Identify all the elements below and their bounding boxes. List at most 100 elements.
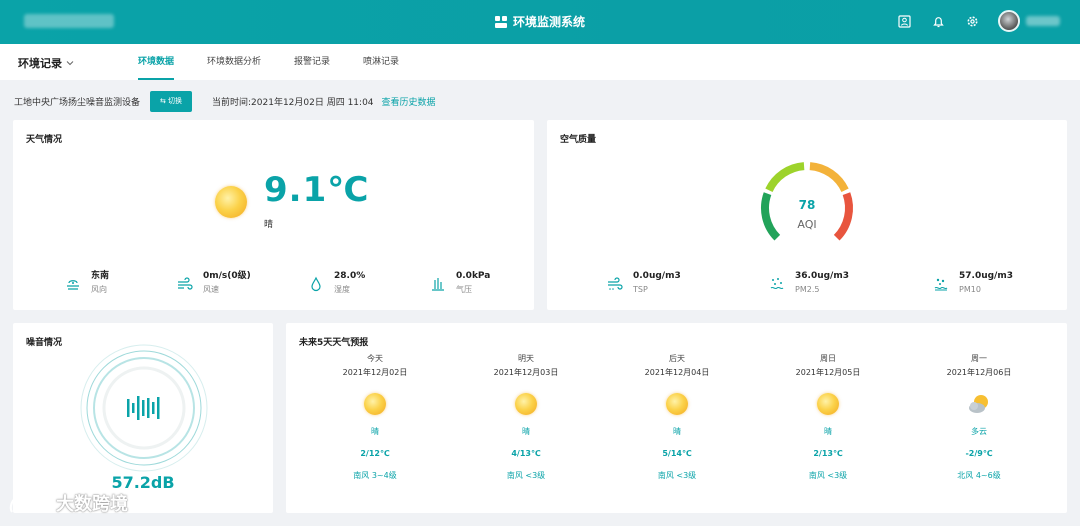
contact-card-icon[interactable] (896, 13, 912, 29)
humidity-metric: 28.0% 湿度 (308, 270, 365, 296)
user-name[interactable] (1026, 16, 1060, 26)
weather-card: 天气情况 9.1℃ 晴 东南风向 0m/s(0级) 风速 28.0% 湿度 0.0k… (13, 120, 534, 310)
system-title-text: 环境监测系统 (512, 15, 585, 29)
pressure-icon (432, 278, 444, 291)
nav-bar: 环境记录 环境数据 环境数据分析 报警记录 喷淋记录 (0, 44, 1080, 80)
forecast-temp: 5/14℃ (662, 449, 692, 458)
forecast-day-label: 明天 (518, 354, 534, 363)
forecast-day-label: 后天 (669, 354, 685, 363)
forecast-weather: 晴 (824, 427, 832, 436)
sunny-icon (364, 393, 386, 415)
tsp-value: 0.0ug/m3 (633, 271, 681, 281)
pm10-label: PM10 (959, 285, 981, 294)
weather-condition: 晴 (264, 220, 274, 230)
header-actions (896, 10, 1060, 32)
current-time: 当前时间:2021年12月02日 周四 11:04 (212, 97, 374, 108)
forecast-day-label: 今天 (367, 354, 383, 363)
sunny-icon (817, 393, 839, 415)
pressure-value: 0.0kPa (456, 271, 491, 281)
pm25-value: 36.0ug/m3 (795, 271, 849, 281)
gear-icon[interactable] (964, 13, 980, 29)
forecast-temp: 2/12℃ (360, 449, 390, 458)
forecast-wind: 南风 <3级 (506, 471, 546, 480)
device-info-bar: 工地中央广场扬尘噪音监测设备 ⇆ 切换 当前时间:2021年12月02日 周四 … (14, 90, 436, 112)
wind-speed-label: 风速 (203, 285, 219, 294)
aqi-gauge-segment-unhealthy (809, 162, 849, 193)
bell-icon[interactable] (930, 13, 946, 29)
forecast-day: 明天 2021年12月03日 晴 4/13℃ 南风 <3级 (466, 353, 586, 489)
noise-card: 噪音情况 57.2dB (13, 323, 273, 513)
pm10-metric: 57.0ug/m3 PM10 (933, 270, 1013, 296)
weather-card-title: 天气情况 (26, 135, 63, 145)
pm10-icon (934, 278, 948, 291)
cloudy-icon (969, 395, 988, 413)
forecast-temp: -2/9℃ (965, 449, 993, 458)
forecast-date: 2021年12月02日 (342, 368, 408, 377)
forecast-wind: 南风 3~4级 (353, 471, 397, 480)
sunny-icon (666, 393, 688, 415)
watermark-logo-icon (9, 492, 51, 513)
forecast-card-title: 未来5天天气预报 (299, 338, 369, 348)
pm25-metric: 36.0ug/m3 PM2.5 (769, 270, 849, 296)
history-data-link[interactable]: 查看历史数据 (382, 95, 436, 108)
tab-environment-analysis[interactable]: 环境数据分析 (207, 44, 261, 80)
forecast-day-label: 周日 (820, 354, 836, 363)
forecast-wind: 南风 <3级 (657, 471, 697, 480)
sunny-icon (215, 186, 247, 218)
forecast-weather: 晴 (371, 427, 379, 436)
aqi-gauge-segment-moderate (765, 162, 805, 193)
wind-speed-value: 0m/s(0级) (203, 271, 251, 281)
switch-device-button[interactable]: ⇆ 切换 (150, 90, 193, 112)
forecast-weather: 晴 (673, 427, 681, 436)
wind-speed-metric: 0m/s(0级) 风速 (177, 270, 251, 296)
noise-card-title: 噪音情况 (26, 338, 63, 348)
air-quality-card: 空气质量 78 AQI 0.0ug/m3 TSP 36.0ug/m3 PM2.5 5… (547, 120, 1067, 310)
humidity-value: 28.0% (334, 271, 366, 281)
forecast-day: 周一 2021年12月06日 多云 -2/9℃ 北风 4~6级 (919, 353, 1039, 489)
watermark: 大数跨境 (8, 490, 128, 516)
wind-direction-icon (67, 280, 79, 290)
tab-environment-data[interactable]: 环境数据 (138, 44, 175, 80)
noise-meter (80, 344, 208, 472)
tab-spray-records[interactable]: 喷淋记录 (363, 44, 399, 80)
forecast-date: 2021年12月04日 (644, 368, 710, 377)
tsp-icon (608, 277, 623, 290)
forecast-temp: 4/13℃ (511, 449, 541, 458)
pm25-label: PM2.5 (795, 285, 820, 294)
forecast-weather: 多云 (971, 427, 987, 436)
pressure-metric: 0.0kPa 气压 (430, 270, 490, 296)
forecast-wind: 南风 <3级 (808, 471, 848, 480)
forecast-wind: 北风 4~6级 (957, 471, 1001, 480)
sunny-icon (515, 393, 537, 415)
system-logo-icon (494, 15, 507, 28)
air-quality-title: 空气质量 (560, 135, 597, 145)
forecast-date: 2021年12月05日 (795, 368, 861, 377)
tab-bar: 环境数据 环境数据分析 报警记录 喷淋记录 (138, 44, 432, 80)
humidity-label: 湿度 (334, 285, 350, 294)
tsp-label: TSP (633, 285, 648, 294)
pm10-value: 57.0ug/m3 (959, 271, 1013, 281)
avatar[interactable] (998, 10, 1020, 32)
forecast-card: 未来5天天气预报 今天 2021年12月02日 晴 2/12℃ 南风 3~4级 … (286, 323, 1067, 513)
wind-direction-metric: 东南 风向 (65, 270, 109, 296)
humidity-icon (311, 276, 321, 292)
device-name: 工地中央广场扬尘噪音监测设备 (14, 97, 141, 108)
wind-direction-value: 东南 (91, 271, 110, 281)
watermark-text: 大数跨境 (56, 494, 128, 515)
aqi-value: 78 (798, 198, 816, 212)
section-dropdown[interactable]: 环境记录 (18, 55, 74, 71)
wind-speed-icon (178, 277, 193, 290)
pressure-label: 气压 (456, 285, 472, 294)
aqi-label: AQI (797, 218, 817, 231)
section-title: 环境记录 (18, 57, 62, 70)
pm25-icon (770, 278, 784, 290)
chevron-down-icon (66, 61, 74, 66)
forecast-date: 2021年12月06日 (946, 368, 1012, 377)
tsp-metric: 0.0ug/m3 TSP (607, 270, 681, 296)
wind-direction-label: 风向 (91, 285, 107, 294)
current-temperature: 9.1℃ (264, 170, 370, 210)
forecast-day: 今天 2021年12月02日 晴 2/12℃ 南风 3~4级 (315, 353, 435, 489)
top-bar: 环境监测系统 (0, 0, 1080, 44)
forecast-temp: 2/13℃ (813, 449, 843, 458)
tab-alarm-records[interactable]: 报警记录 (294, 44, 330, 80)
